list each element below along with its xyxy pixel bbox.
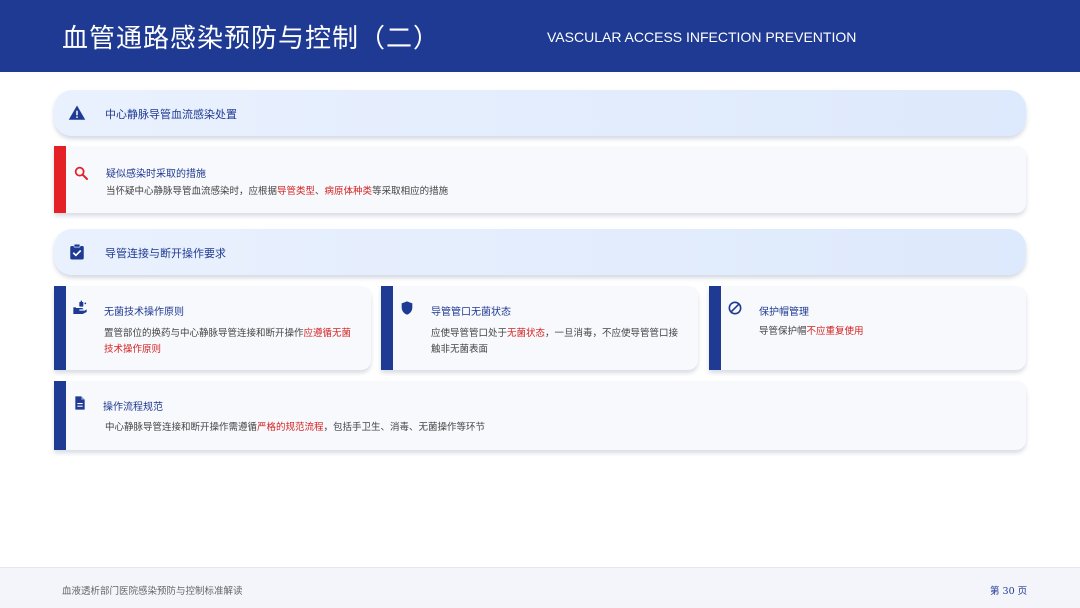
card-protective-cap: 保护帽管理 导管保护帽不应重复使用	[709, 286, 1026, 370]
body-text: 等采取相应的措施	[372, 186, 449, 197]
page-number: 第 30 页	[990, 586, 1028, 597]
section-label: 中心静脉导管血流感染处置	[105, 108, 237, 121]
card-body: 导管保护帽不应重复使用	[759, 324, 1009, 340]
card-sterile-port: 导管管口无菌状态 应使导管管口处于无菌状态，一旦消毒，不应使导管管口接触非无菌表…	[381, 286, 698, 370]
footer-bar: 血液透析部门医院感染预防与控制标准解读 第 30 页	[0, 567, 1080, 608]
card-accent-stripe	[54, 146, 66, 213]
card-title: 导管管口无菌状态	[431, 307, 511, 318]
body-text: 导管保护帽	[759, 326, 807, 337]
search-icon	[74, 166, 88, 180]
section-label: 导管连接与断开操作要求	[105, 247, 226, 260]
card-body: 置管部位的换药与中心静脉导管连接和断开操作应遵循无菌技术操作原则	[104, 326, 354, 358]
body-text: 中心静脉导管连接和断开操作需遵循	[105, 422, 258, 433]
header-bar: 血管通路感染预防与控制（二） VASCULAR ACCESS INFECTION…	[0, 0, 1080, 72]
highlight-text: 严格的规范流程	[257, 422, 324, 433]
shield-icon	[401, 301, 413, 315]
footer-document-title: 血液透析部门医院感染预防与控制标准解读	[62, 586, 243, 597]
highlight-text: 导管类型	[277, 186, 316, 197]
card-process-standard: 操作流程规范 中心静脉导管连接和断开操作需遵循严格的规范流程，包括手卫生、消毒、…	[54, 381, 1026, 450]
warning-icon	[68, 105, 86, 120]
body-text: 当怀疑中心静脉导管血流感染时，应根据	[106, 186, 278, 197]
card-body: 中心静脉导管连接和断开操作需遵循严格的规范流程，包括手卫生、消毒、无菌操作等环节	[105, 420, 985, 436]
body-text: 、	[315, 186, 325, 197]
card-accent-stripe	[709, 286, 721, 370]
clipboard-check-icon	[70, 243, 84, 260]
card-body: 当怀疑中心静脉导管血流感染时，应根据导管类型、病原体种类等采取相应的措施	[106, 184, 986, 200]
card-accent-stripe	[54, 286, 66, 370]
card-title: 无菌技术操作原则	[104, 307, 184, 318]
section-bar-bloodstream-infection: 中心静脉导管血流感染处置	[54, 90, 1026, 136]
card-suspected-infection: 疑似感染时采取的措施 当怀疑中心静脉导管血流感染时，应根据导管类型、病原体种类等…	[54, 146, 1026, 213]
page-subtitle: VASCULAR ACCESS INFECTION PREVENTION	[547, 29, 857, 45]
card-body: 应使导管管口处于无菌状态，一旦消毒，不应使导管管口接触非无菌表面	[431, 326, 681, 358]
card-accent-stripe	[54, 381, 66, 450]
page-title: 血管通路感染预防与控制（二）	[62, 24, 441, 54]
highlight-text: 病原体种类	[324, 186, 373, 197]
hand-sanitize-icon	[73, 300, 87, 314]
section-bar-connection-requirements: 导管连接与断开操作要求	[54, 229, 1026, 275]
no-entry-icon	[728, 301, 742, 315]
card-title: 疑似感染时采取的措施	[106, 169, 206, 180]
body-text: ，包括手卫生、消毒、无菌操作等环节	[323, 422, 486, 433]
card-accent-stripe	[381, 286, 393, 370]
card-title: 保护帽管理	[759, 307, 809, 318]
card-title: 操作流程规范	[103, 402, 163, 413]
highlight-text: 不应重复使用	[806, 326, 864, 337]
document-icon	[75, 396, 85, 410]
highlight-text: 无菌状态	[507, 328, 546, 339]
body-text: 置管部位的换药与中心静脉导管连接和断开操作	[104, 328, 304, 339]
card-aseptic-principle: 无菌技术操作原则 置管部位的换药与中心静脉导管连接和断开操作应遵循无菌技术操作原…	[54, 286, 371, 370]
body-text: 应使导管管口处于	[431, 328, 508, 339]
